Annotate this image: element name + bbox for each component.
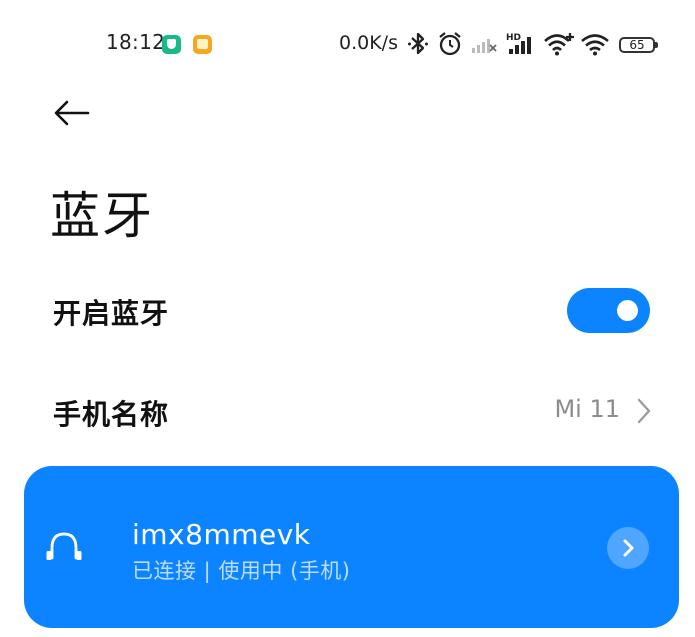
bluetooth-icon xyxy=(408,32,428,55)
battery-icon: 65 xyxy=(619,37,658,53)
status-bar: 18:12 0.0K/s HD 65 xyxy=(0,0,695,90)
mobile-signal-off-icon xyxy=(472,39,497,53)
device-name: imx8mmevk xyxy=(132,518,311,551)
paired-device-card[interactable]: imx8mmevk 已连接 | 使用中 (手机) xyxy=(24,466,679,628)
svg-text:HD: HD xyxy=(506,33,521,43)
wifi-icon xyxy=(581,34,609,56)
notes-app-icon xyxy=(193,35,212,54)
bluetooth-toggle-label: 开启蓝牙 xyxy=(53,297,170,330)
alarm-icon xyxy=(439,32,461,56)
chevron-right-icon xyxy=(637,398,651,424)
device-name-value: Mi 11 xyxy=(554,395,620,423)
wifi-plus-icon xyxy=(544,33,574,56)
bluetooth-toggle-row[interactable]: 开启蓝牙 xyxy=(0,275,695,345)
shield-app-icon xyxy=(162,35,181,54)
device-name-row[interactable]: 手机名称 Mi 11 xyxy=(0,373,695,443)
device-detail-button[interactable] xyxy=(607,527,649,569)
toggle-knob xyxy=(617,300,638,321)
network-speed: 0.0K/s xyxy=(339,32,398,54)
bluetooth-toggle-switch[interactable] xyxy=(567,288,650,333)
status-time: 18:12 xyxy=(106,30,166,54)
chevron-right-icon xyxy=(623,539,634,557)
arrow-left-icon[interactable] xyxy=(52,96,92,130)
device-status: 已连接 | 使用中 (手机) xyxy=(132,559,351,583)
page-title: 蓝牙 xyxy=(50,187,154,245)
hd-signal-icon: HD xyxy=(506,33,531,54)
device-name-label: 手机名称 xyxy=(53,398,170,431)
headset-icon xyxy=(46,532,82,560)
